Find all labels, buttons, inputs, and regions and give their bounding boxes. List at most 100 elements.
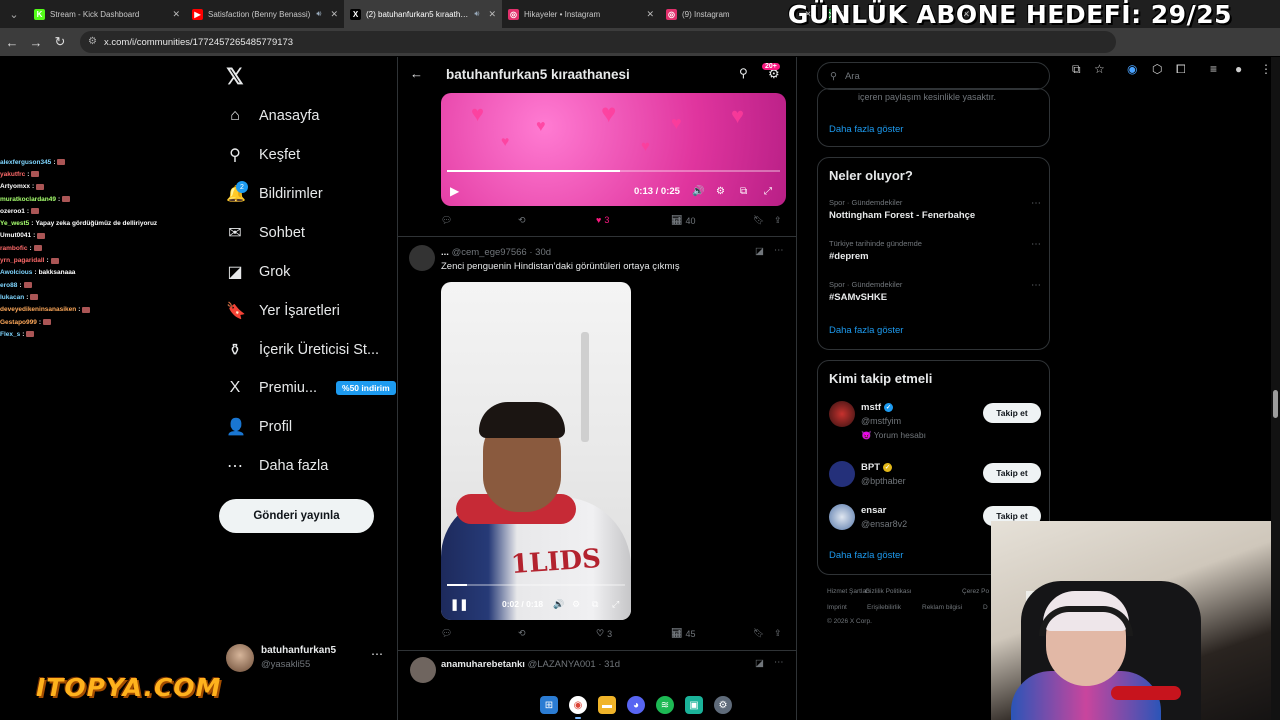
back-arrow-icon[interactable]: ← — [410, 66, 423, 81]
share-icon[interactable]: ⇪ — [774, 215, 782, 226]
fullscreen-icon[interactable]: ⤢ — [612, 599, 619, 610]
discord-icon[interactable]: ◕ — [627, 696, 645, 714]
bookmark-star-icon[interactable]: ☆ — [1094, 62, 1105, 76]
spotify-icon[interactable]: ≋ — [656, 696, 674, 714]
show-more-link[interactable]: Daha fazla göster — [829, 325, 903, 336]
nav-item-profile[interactable]: 👤 Profil — [226, 414, 292, 440]
tab-close-icon[interactable]: ✕ — [172, 9, 180, 20]
pause-icon[interactable]: ❚❚ — [450, 598, 468, 611]
nav-item-mail[interactable]: ✉ Sohbet — [226, 220, 305, 246]
more-dots-icon[interactable]: ⋯ — [774, 245, 784, 256]
nav-item-home[interactable]: ⌂ Anasayfa — [226, 103, 319, 129]
video-progress-bar[interactable] — [447, 170, 780, 172]
site-info-icon[interactable]: ⚙ — [88, 36, 97, 47]
forward-arrow-icon[interactable]: → — [24, 35, 48, 50]
views-button[interactable]: 📊︎ 40 — [671, 215, 695, 226]
install-icon[interactable]: ⧉ — [1072, 62, 1081, 77]
windows-start-icon[interactable]: ⊞ — [540, 696, 558, 714]
account-switcher[interactable]: batuhanfurkan5 @yasakli55 ⋯ — [226, 643, 386, 673]
search-icon[interactable]: ⚲ — [739, 66, 748, 80]
address-bar[interactable]: ⚙ x.com/i/communities/177245726548577917… — [80, 31, 1116, 53]
settings-gear-icon[interactable]: ⚙ — [572, 599, 580, 610]
settings-gear-icon[interactable]: ⚙ — [714, 696, 732, 714]
profile-avatar-icon[interactable]: ● — [1235, 62, 1242, 76]
more-dots-icon[interactable]: ⋯ — [774, 657, 784, 668]
scrollbar-thumb[interactable] — [1273, 390, 1278, 418]
browser-tab[interactable]: K Stream - Kick Dashboard ✕ — [28, 0, 186, 28]
author-name[interactable]: anamuharebetankı — [441, 659, 525, 670]
more-dots-icon[interactable]: ⋯ — [1031, 280, 1041, 291]
more-dots-icon[interactable]: ⋯ — [371, 647, 383, 661]
nav-item-bookmark[interactable]: 🔖 Yer İşaretleri — [226, 298, 340, 324]
reply-icon[interactable]: 💬︎ — [441, 215, 452, 226]
pip-icon[interactable]: ⧉ — [740, 186, 747, 197]
author-avatar[interactable] — [409, 245, 435, 271]
footer-link[interactable]: Imprint — [827, 604, 847, 611]
reply-icon[interactable]: 💬︎ — [441, 628, 452, 639]
reload-icon[interactable]: ↻ — [48, 34, 72, 50]
follow-suggestion[interactable]: mstf ✓ @mstfyim 😈 Yorum hesabı Takip et — [829, 401, 1041, 441]
footer-link[interactable]: Reklam bilgisi — [922, 604, 962, 611]
author-handle[interactable]: @LAZANYA001 — [528, 659, 596, 670]
trend-item[interactable]: Spor · Gündemdekiler Nottingham Forest - … — [829, 198, 1041, 221]
footer-link[interactable]: Çerez Po — [962, 588, 989, 595]
grok-icon[interactable]: ◪ — [755, 246, 764, 257]
repost-icon[interactable]: ⟲ — [518, 215, 526, 226]
nav-item-more[interactable]: ⋯ Daha fazla — [226, 453, 328, 479]
trend-item[interactable]: Spor · Gündemdekiler #SAMvSHKE ⋯ — [829, 280, 1041, 303]
extensions-puzzle-icon[interactable]: ⧠ — [1176, 62, 1186, 77]
footer-link[interactable]: Hizmet Şartları — [827, 588, 870, 595]
extension-audio-icon[interactable]: ◉ — [1127, 62, 1137, 76]
tab-audio-icon[interactable]: 🔊︎ — [316, 9, 321, 19]
tab-search-icon[interactable]: ⌄ — [0, 0, 28, 28]
app-icon[interactable]: ▣ — [685, 696, 703, 714]
user-avatar[interactable] — [829, 504, 855, 530]
footer-link[interactable]: Gizlilik Politikası — [865, 588, 912, 595]
browser-tab[interactable]: ▶ Satisfaction (Benny Benassi) 🔊︎ ✕ — [186, 0, 344, 28]
trend-item[interactable]: Türkiye tarihinde gündemde #deprem ⋯ — [829, 239, 1041, 262]
pip-icon[interactable]: ⧉ — [592, 599, 598, 610]
fullscreen-icon[interactable]: ⤢ — [764, 186, 772, 197]
more-dots-icon[interactable]: ⋯ — [1031, 239, 1041, 250]
views-button[interactable]: 📊︎ 45 — [671, 628, 695, 639]
file-explorer-icon[interactable]: ▬ — [598, 696, 616, 714]
nav-item-search[interactable]: ⚲ Keşfet — [226, 142, 300, 168]
tab-close-icon[interactable]: ✕ — [488, 9, 496, 20]
post-video-person[interactable]: 1LIDS ❚❚ 0:02 / 0:18 🔊 ⚙ ⧉ ⤢ — [441, 282, 631, 620]
video-progress-bar[interactable] — [447, 584, 625, 586]
post-button[interactable]: Gönderi yayınla — [219, 499, 374, 533]
chrome-icon[interactable]: ◉ — [569, 696, 587, 719]
browser-tab[interactable]: X (2) batuhanfurkan5 kıraathanesi 🔊︎ ✕ — [344, 0, 502, 28]
more-dots-icon[interactable]: ⋯ — [1031, 198, 1041, 209]
nav-item-bell[interactable]: 🔔 2 Bildirimler — [226, 181, 323, 207]
show-more-link[interactable]: Daha fazla göster — [829, 550, 903, 561]
nav-item-grok[interactable]: ◪ Grok — [226, 259, 290, 285]
follow-button[interactable]: Takip et — [983, 463, 1041, 483]
browser-tab[interactable]: ◎ Hikayeler • Instagram ✕ — [502, 0, 660, 28]
footer-link[interactable]: D — [983, 604, 988, 611]
play-icon[interactable]: ▶ — [450, 184, 459, 198]
follow-button[interactable]: Takip et — [983, 403, 1041, 423]
share-icon[interactable]: ⇪ — [774, 628, 782, 639]
tab-close-icon[interactable]: ✕ — [330, 9, 338, 20]
like-button[interactable]: ♥ 3 — [596, 215, 609, 225]
volume-icon[interactable]: 🔊 — [692, 186, 704, 197]
x-logo-icon[interactable]: 𝕏 — [226, 64, 244, 90]
show-more-link[interactable]: Daha fazla göster — [829, 124, 903, 135]
author-name[interactable]: ... — [441, 247, 449, 258]
settings-gear-icon[interactable]: ⚙ — [716, 186, 725, 197]
page-scrollbar[interactable] — [1271, 57, 1280, 720]
media-control-icon[interactable]: ≡ — [1210, 62, 1217, 76]
search-input[interactable]: ⚲ Ara — [817, 62, 1050, 90]
follow-suggestion[interactable]: BPT ✓ @bpthaber Takip et — [829, 461, 1041, 501]
like-button[interactable]: ♡ 3 — [596, 628, 612, 639]
back-arrow-icon[interactable]: ← — [0, 35, 24, 50]
author-handle[interactable]: @cem_ege97566 — [452, 247, 527, 258]
tab-close-icon[interactable]: ✕ — [646, 9, 654, 20]
author-avatar[interactable] — [410, 657, 436, 683]
bookmark-icon[interactable]: 🔖︎ — [753, 215, 764, 226]
nav-item-creator[interactable]: ⚱ İçerik Üreticisi St... — [226, 337, 379, 363]
user-avatar[interactable] — [829, 461, 855, 487]
extension-icon[interactable]: ⬡ — [1152, 62, 1162, 76]
post-video-hearts[interactable]: ♥ ♥ ♥ ♥ ♥ ♥ ♥ ▶ 0:13 / 0:25 🔊 ⚙ ⧉ ⤢ — [441, 93, 786, 206]
